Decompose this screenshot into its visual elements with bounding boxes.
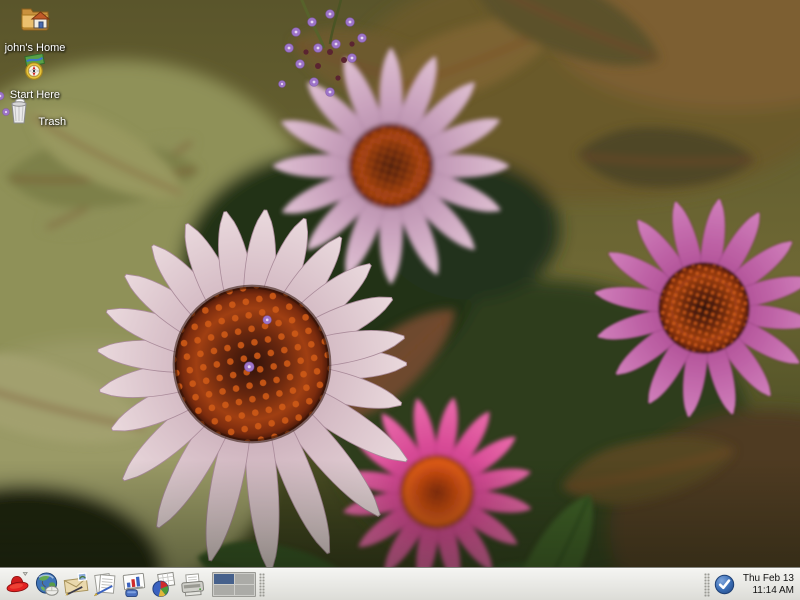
wallpaper-photo xyxy=(0,0,800,600)
email-launcher[interactable] xyxy=(62,570,91,600)
update-check-icon xyxy=(714,574,735,595)
home-folder-icon xyxy=(19,3,51,33)
desktop-icon-trash[interactable]: Trash xyxy=(2,98,68,130)
spreadsheet-pie-chart-icon xyxy=(150,571,177,599)
print-manager-launcher[interactable] xyxy=(178,570,207,600)
web-browser-launcher[interactable] xyxy=(33,570,62,600)
presentation-launcher[interactable] xyxy=(120,570,149,600)
workspace-3[interactable] xyxy=(214,585,234,595)
presentation-chart-icon xyxy=(121,571,148,599)
trash-can-icon xyxy=(4,98,34,125)
workspace-switcher[interactable] xyxy=(212,572,256,597)
word-processor-launcher[interactable] xyxy=(91,570,120,600)
desktop-icon-label: Trash xyxy=(38,116,66,128)
panel-clock[interactable]: Thu Feb 13 11:14 AM xyxy=(737,573,797,596)
coneflower-top xyxy=(273,48,508,283)
clock-date: Thu Feb 13 xyxy=(743,573,794,585)
printer-icon xyxy=(179,571,206,599)
desktop-icon-home[interactable]: john's Home xyxy=(2,3,68,56)
spreadsheet-launcher[interactable] xyxy=(149,570,178,600)
web-browser-globe-icon xyxy=(34,571,61,599)
workspace-2[interactable] xyxy=(235,574,255,584)
workspace-1[interactable] xyxy=(214,574,234,584)
notification-area-handle[interactable] xyxy=(704,573,710,597)
desktop-icon-label: john's Home xyxy=(5,42,66,54)
taskbar-panel: Thu Feb 13 11:14 AM xyxy=(0,568,800,600)
red-hat-menu-icon xyxy=(5,571,32,599)
main-menu-button[interactable] xyxy=(4,570,33,600)
email-envelope-icon xyxy=(63,571,90,599)
update-alert-button[interactable] xyxy=(713,573,737,597)
desktop-icon-start-here[interactable]: Start Here xyxy=(2,54,68,103)
panel-drag-handle[interactable] xyxy=(259,573,265,597)
workspace-4[interactable] xyxy=(235,585,255,595)
word-processor-icon xyxy=(92,571,119,599)
start-here-compass-icon xyxy=(20,54,50,80)
clock-time: 11:14 AM xyxy=(743,585,794,597)
